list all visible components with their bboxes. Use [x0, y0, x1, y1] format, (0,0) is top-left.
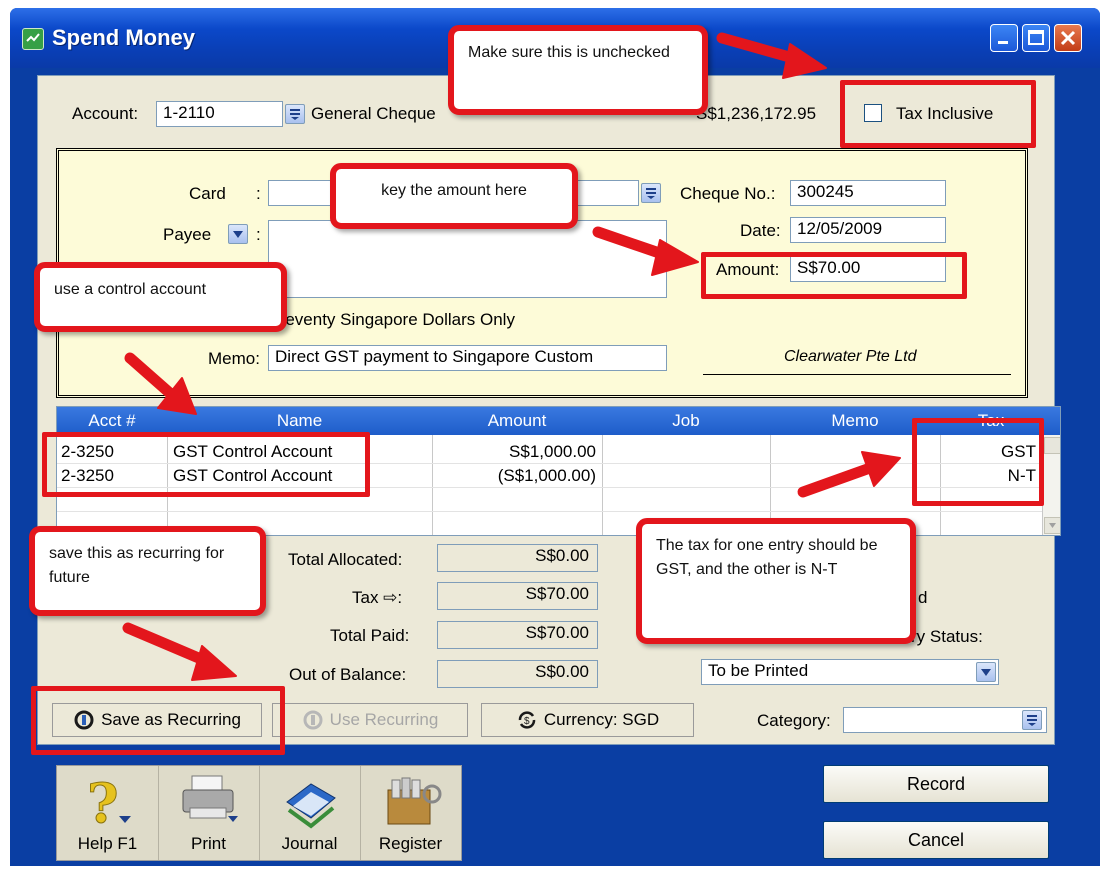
scroll-up-button[interactable]	[1044, 437, 1060, 454]
use-recurring-button[interactable]: Use Recurring	[272, 703, 468, 737]
signature-line	[703, 374, 1011, 375]
card-combo-button[interactable]	[641, 183, 661, 203]
delivery-status-select[interactable]: To be Printed	[701, 659, 999, 685]
chevron-down-icon	[1049, 523, 1056, 528]
total-paid-value: S$70.00	[437, 621, 598, 649]
maximize-icon	[1028, 30, 1044, 45]
cheque-no-label: Cheque No.:	[680, 184, 776, 203]
minimize-icon	[998, 41, 1008, 44]
category-field[interactable]	[843, 707, 1047, 733]
currency-icon: $	[518, 711, 536, 729]
scroll-down-button[interactable]	[1044, 517, 1060, 534]
column-acct[interactable]: Acct #	[57, 411, 167, 431]
list-icon	[290, 109, 300, 120]
account-name: General Cheque	[311, 104, 436, 123]
account-label: Account:	[72, 104, 139, 123]
cheque-no-field[interactable]: 300245	[790, 180, 946, 206]
memo-label: Memo:	[208, 349, 260, 368]
payee-dropdown-button[interactable]	[228, 224, 248, 244]
delivery-status-dropdown[interactable]	[976, 662, 996, 682]
column-name[interactable]: Name	[167, 411, 432, 431]
column-job[interactable]: Job	[602, 411, 770, 431]
column-amount[interactable]: Amount	[432, 411, 602, 431]
printer-icon	[182, 775, 238, 822]
account-combo-button[interactable]	[285, 104, 305, 124]
journal-label: Journal	[281, 834, 338, 853]
payee-field[interactable]	[268, 220, 667, 298]
svg-text:?: ?	[87, 772, 119, 832]
category-combo-button[interactable]	[1022, 710, 1042, 730]
record-button[interactable]: Record	[823, 765, 1049, 803]
category-label: Category:	[757, 711, 831, 730]
out-of-balance-label: Out of Balance:	[289, 665, 407, 684]
payee-colon: :	[256, 225, 261, 244]
close-button[interactable]	[1054, 24, 1082, 52]
maximize-button[interactable]	[1022, 24, 1050, 52]
currency-label: Currency: SGD	[543, 710, 660, 729]
currency-button[interactable]: $ Currency: SGD	[481, 703, 694, 737]
payee-label: Payee	[163, 225, 212, 244]
use-recurring-label: Use Recurring	[329, 710, 439, 729]
out-of-balance-value: S$0.00	[437, 660, 598, 688]
highlight-control-account	[42, 432, 370, 497]
table-header: Acct # Name Amount Job Memo Tax	[57, 407, 1060, 435]
print-button[interactable]: Print	[158, 766, 260, 860]
help-label: Help F1	[77, 834, 138, 853]
journal-button[interactable]: Journal	[259, 766, 361, 860]
recurring-icon	[303, 710, 323, 730]
memo-field[interactable]: Direct GST payment to Singapore Custom	[268, 345, 667, 371]
chevron-down-icon	[981, 669, 991, 676]
row-amount[interactable]: S$1,000.00	[432, 442, 596, 462]
company-name: Clearwater Pte Ltd	[784, 348, 917, 365]
chevron-down-icon	[233, 231, 243, 238]
callout-tax-inclusive: Make sure this is unchecked	[448, 25, 708, 115]
total-allocated-label: Total Allocated:	[288, 550, 403, 569]
journal-icon	[286, 783, 336, 829]
total-allocated-value: S$0.00	[437, 544, 598, 572]
date-label: Date:	[740, 221, 781, 240]
window-title: Spend Money	[52, 25, 196, 50]
total-paid-label: Total Paid:	[330, 626, 410, 645]
callout-recurring: save this as recurring for future	[29, 526, 266, 616]
print-label: Print	[191, 834, 226, 853]
row-amount[interactable]: (S$1,000.00)	[432, 466, 596, 486]
account-code-field[interactable]: 1-2110	[156, 101, 283, 127]
bottom-toolbar: ? Help F1 Print Journal Register	[56, 765, 462, 861]
highlight-tax-column	[912, 418, 1044, 506]
tax-value[interactable]: S$70.00	[437, 582, 598, 610]
list-icon	[646, 188, 656, 199]
svg-text:$: $	[524, 716, 530, 727]
close-icon	[1060, 30, 1076, 46]
help-question-icon: ?	[87, 772, 131, 832]
list-icon	[1027, 715, 1037, 726]
highlight-tax-inclusive	[840, 80, 1036, 148]
callout-control-account: use a control account	[34, 262, 287, 332]
callout-amount: key the amount here	[330, 163, 578, 229]
highlight-amount	[701, 252, 967, 299]
register-box-icon	[387, 777, 442, 825]
delivery-status-label: ry Status:	[911, 627, 983, 646]
column-divider	[602, 435, 603, 535]
app-icon	[22, 28, 44, 50]
card-label: Card	[189, 184, 226, 203]
register-label: Register	[378, 834, 443, 853]
minimize-button[interactable]	[990, 24, 1018, 52]
date-field[interactable]: 12/05/2009	[790, 217, 946, 243]
row-divider	[57, 511, 1042, 512]
callout-tax-entries: The tax for one entry should be GST, and…	[636, 518, 916, 644]
amount-in-words: Seventy Singapore Dollars Only	[274, 310, 515, 329]
cancel-button[interactable]: Cancel	[823, 821, 1049, 859]
table-scrollbar[interactable]	[1042, 435, 1060, 535]
tax-label: Tax ⇨:	[352, 588, 403, 607]
account-balance: S$1,236,172.95	[696, 104, 817, 123]
highlight-save-recurring	[31, 686, 285, 755]
partial-label: d	[918, 588, 928, 607]
card-colon: :	[256, 184, 261, 203]
help-button[interactable]: ? Help F1	[57, 766, 159, 860]
register-button[interactable]: Register	[360, 766, 461, 860]
